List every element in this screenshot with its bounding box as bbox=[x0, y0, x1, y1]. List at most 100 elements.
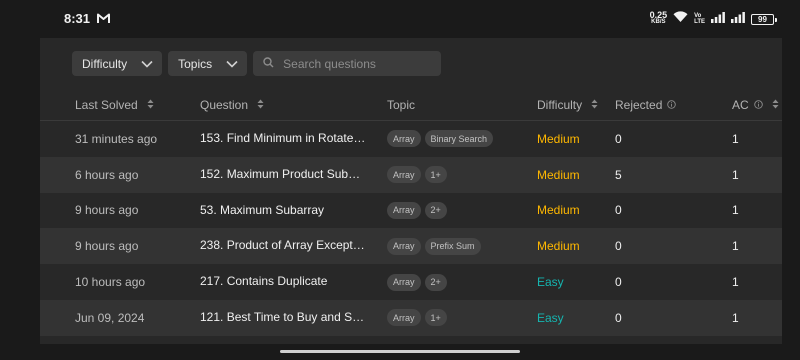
search-icon bbox=[263, 55, 274, 73]
gmail-icon bbox=[97, 11, 110, 29]
difficulty-cell: Medium bbox=[537, 203, 580, 218]
column-header-label: Rejected bbox=[615, 98, 663, 112]
rejected-cell: 0 bbox=[615, 310, 622, 325]
signal-icon bbox=[731, 10, 745, 28]
difficulty-filter-button[interactable]: Difficulty bbox=[72, 51, 163, 76]
ac-cell: 1 bbox=[732, 275, 739, 290]
column-header-topic: Topic bbox=[387, 98, 415, 112]
difficulty-filter-label: Difficulty bbox=[82, 56, 128, 71]
table-row[interactable]: 10 hours ago 217. Contains Duplicate Arr… bbox=[40, 264, 782, 300]
ac-cell: 1 bbox=[732, 239, 739, 254]
column-header-label: AC bbox=[732, 98, 749, 112]
topic-tag[interactable]: 2+ bbox=[424, 273, 447, 291]
last-solved-cell: 9 hours ago bbox=[75, 203, 139, 218]
topic-tags: Array 1+ bbox=[387, 300, 447, 336]
ac-cell: 1 bbox=[732, 131, 739, 146]
topics-filter-label: Topics bbox=[178, 56, 213, 71]
difficulty-cell: Easy bbox=[537, 310, 564, 325]
sort-icon bbox=[147, 98, 154, 112]
chevron-down-icon bbox=[141, 60, 153, 68]
topic-tag[interactable]: Prefix Sum bbox=[424, 237, 481, 255]
questions-panel: Difficulty Topics Last Solved Quest bbox=[40, 38, 782, 344]
sort-icon bbox=[257, 98, 264, 112]
table-row[interactable]: 9 hours ago 53. Maximum Subarray Array 2… bbox=[40, 193, 782, 229]
ac-cell: 1 bbox=[732, 167, 739, 182]
topic-tags: Array 2+ bbox=[387, 264, 447, 300]
column-header-rejected: Rejected bbox=[615, 98, 677, 112]
topic-tag[interactable]: Array bbox=[387, 130, 421, 148]
info-icon[interactable] bbox=[667, 98, 677, 112]
table-row[interactable]: 9 hours ago 238. Product of Array Except… bbox=[40, 228, 782, 265]
network-speed: 0.25 KB/S bbox=[649, 10, 668, 26]
search-input[interactable] bbox=[283, 56, 434, 71]
last-solved-cell: Jun 09, 2024 bbox=[75, 310, 145, 325]
question-link[interactable]: 121. Best Time to Buy and Sell ... bbox=[200, 300, 366, 336]
status-bar: 8:31 0.25 KB/S Vo LTE 99 bbox=[0, 0, 800, 38]
battery-level: 99 bbox=[758, 14, 767, 24]
topic-tag[interactable]: Array bbox=[387, 309, 421, 327]
column-header-label: Question bbox=[200, 98, 249, 112]
topic-tag[interactable]: Array bbox=[387, 166, 421, 184]
difficulty-cell: Medium bbox=[537, 239, 580, 254]
table-row[interactable]: 31 minutes ago 153. Find Minimum in Rota… bbox=[40, 121, 782, 157]
wifi-icon bbox=[673, 10, 688, 28]
topic-tag[interactable]: 2+ bbox=[424, 201, 447, 219]
rejected-cell: 0 bbox=[615, 203, 622, 218]
search-box[interactable] bbox=[253, 51, 442, 76]
topic-tag[interactable]: Binary Search bbox=[424, 130, 494, 148]
topic-tag[interactable]: Array bbox=[387, 237, 421, 255]
table-row[interactable]: Jun 09, 2024 121. Best Time to Buy and S… bbox=[40, 299, 782, 336]
difficulty-cell: Medium bbox=[537, 167, 580, 182]
sort-icon bbox=[591, 98, 598, 112]
topic-tag[interactable]: Array bbox=[387, 201, 421, 219]
network-speed-value: 0.25 bbox=[649, 10, 668, 20]
sort-icon bbox=[772, 98, 779, 112]
column-header-last-solved[interactable]: Last Solved bbox=[75, 98, 154, 112]
topic-tag[interactable]: 1+ bbox=[424, 309, 447, 327]
home-indicator[interactable] bbox=[280, 350, 520, 353]
topics-filter-button[interactable]: Topics bbox=[168, 51, 248, 76]
status-time: 8:31 bbox=[64, 11, 91, 26]
question-link[interactable]: 238. Product of Array Except Self bbox=[200, 228, 366, 264]
rejected-cell: 0 bbox=[615, 275, 622, 290]
volte-indicator: Vo LTE bbox=[694, 13, 705, 25]
last-solved-cell: 31 minutes ago bbox=[75, 131, 158, 146]
topic-tag[interactable]: Array bbox=[387, 273, 421, 291]
column-header-label: Difficulty bbox=[537, 98, 583, 112]
signal-icon bbox=[711, 10, 725, 28]
status-icons: 0.25 KB/S Vo LTE 99 bbox=[649, 10, 777, 28]
question-link[interactable]: 217. Contains Duplicate bbox=[200, 264, 366, 300]
column-header-label: Last Solved bbox=[75, 98, 138, 112]
column-header-ac: AC bbox=[732, 98, 779, 112]
filter-bar: Difficulty Topics bbox=[72, 51, 442, 76]
last-solved-cell: 10 hours ago bbox=[75, 275, 146, 290]
rejected-cell: 0 bbox=[615, 131, 622, 146]
network-speed-unit: KB/S bbox=[651, 19, 666, 25]
rejected-cell: 5 bbox=[615, 167, 622, 182]
question-link[interactable]: 152. Maximum Product Subarray bbox=[200, 157, 366, 193]
last-solved-cell: 9 hours ago bbox=[75, 239, 139, 254]
ac-cell: 1 bbox=[732, 310, 739, 325]
last-solved-cell: 6 hours ago bbox=[75, 167, 139, 182]
battery-icon: 99 bbox=[751, 13, 777, 25]
topic-tags: Array 1+ bbox=[387, 157, 447, 193]
difficulty-cell: Easy bbox=[537, 275, 564, 290]
table-header: Last Solved Question Topic Difficulty Re… bbox=[40, 88, 782, 121]
info-icon[interactable] bbox=[753, 98, 763, 112]
question-link[interactable]: 53. Maximum Subarray bbox=[200, 193, 366, 229]
topic-tags: Array 2+ bbox=[387, 193, 447, 229]
column-header-label: Topic bbox=[387, 98, 416, 112]
topic-tags: Array Binary Search bbox=[387, 121, 494, 157]
column-header-question[interactable]: Question bbox=[200, 98, 264, 112]
rejected-cell: 0 bbox=[615, 239, 622, 254]
topic-tag[interactable]: 1+ bbox=[424, 166, 447, 184]
difficulty-cell: Medium bbox=[537, 131, 580, 146]
chevron-down-icon bbox=[226, 60, 238, 68]
questions-table: Last Solved Question Topic Difficulty Re… bbox=[40, 88, 782, 336]
question-link[interactable]: 153. Find Minimum in Rotated S... bbox=[200, 121, 366, 157]
column-header-difficulty[interactable]: Difficulty bbox=[537, 98, 598, 112]
volte-bottom: LTE bbox=[694, 19, 705, 25]
ac-cell: 1 bbox=[732, 203, 739, 218]
topic-tags: Array Prefix Sum bbox=[387, 228, 481, 264]
table-row[interactable]: 6 hours ago 152. Maximum Product Subarra… bbox=[40, 156, 782, 193]
